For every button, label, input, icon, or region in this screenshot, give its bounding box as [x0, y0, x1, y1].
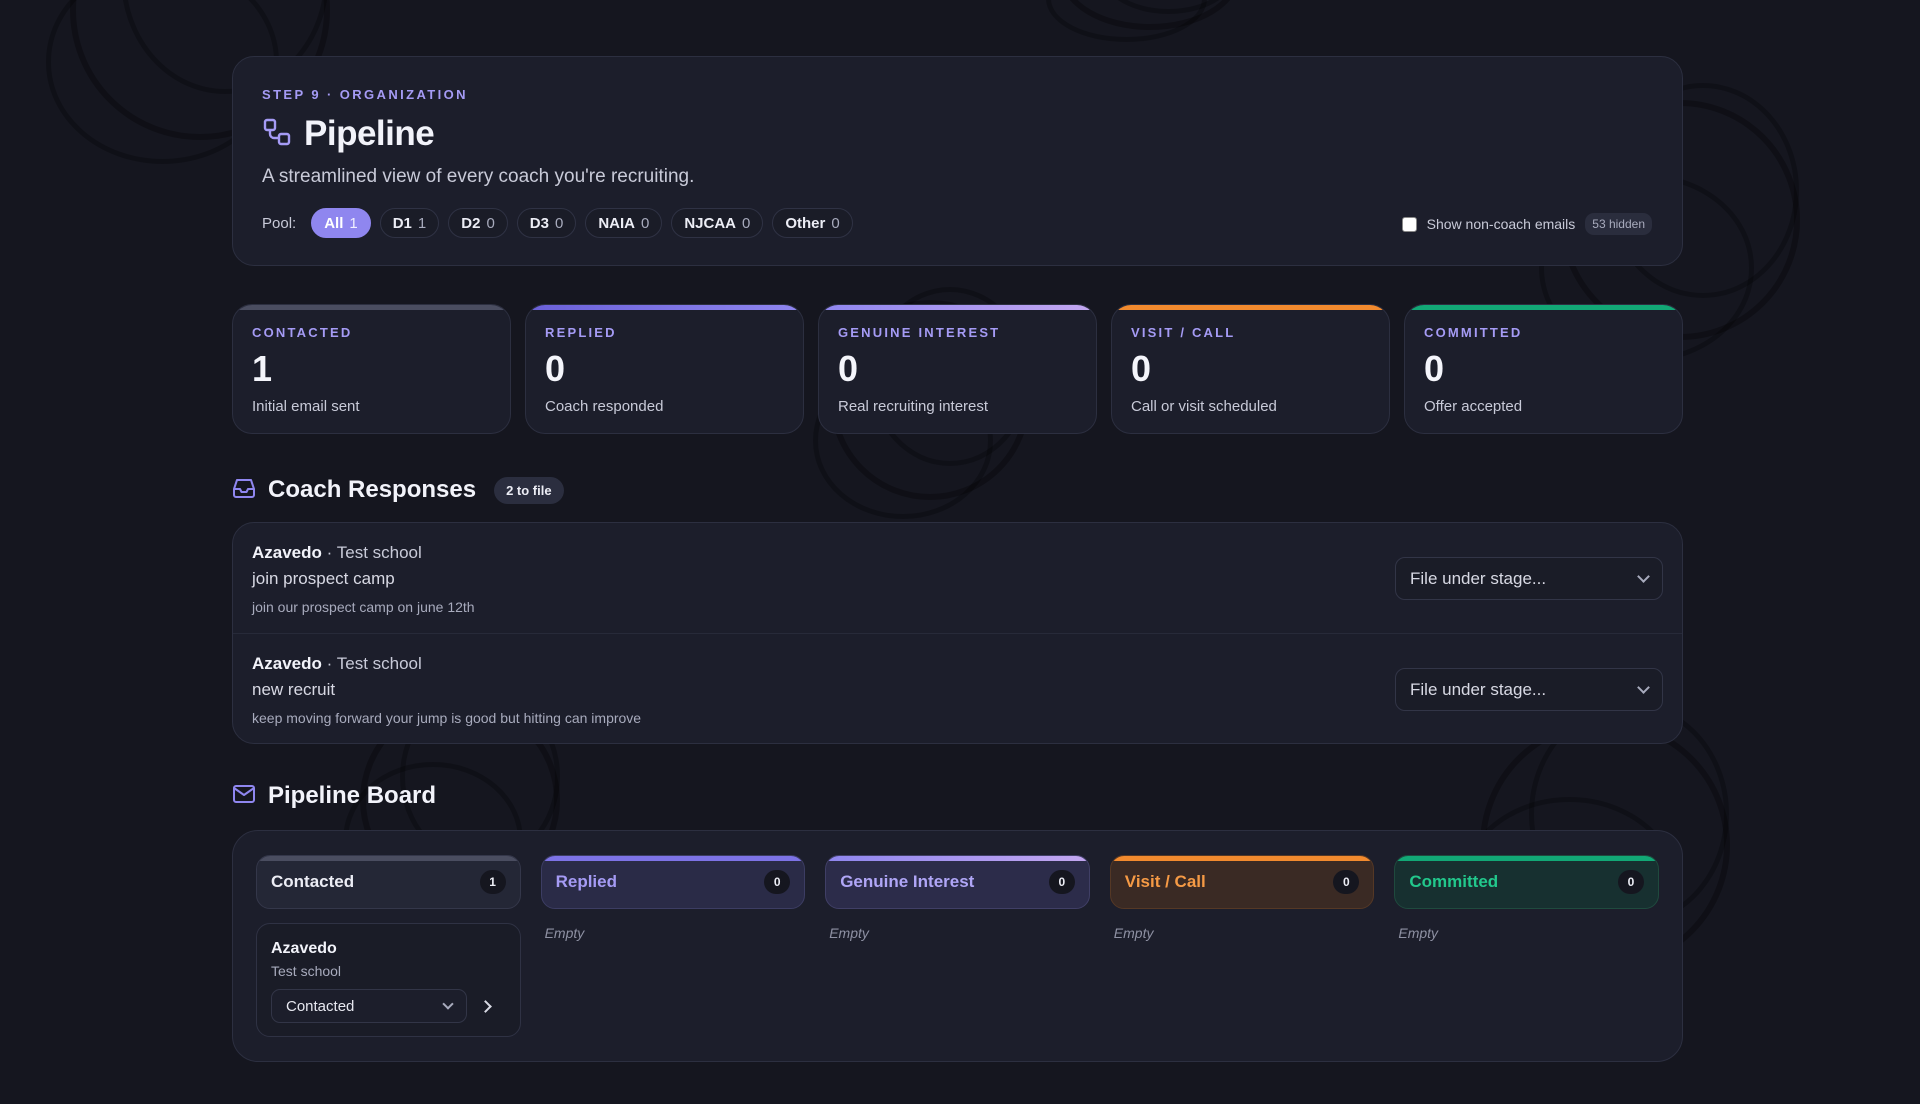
stat-card-replied: REPLIED 0 Coach responded	[525, 304, 804, 434]
response-item: Azavedo · Test school join prospect camp…	[233, 523, 1682, 633]
pool-chip-d3[interactable]: D3 0	[516, 208, 577, 238]
stat-card-genuine-interest: GENUINE INTEREST 0 Real recruiting inter…	[818, 304, 1097, 434]
column-header-genuine-interest: Genuine Interest 0	[825, 855, 1090, 909]
board-column-replied: Replied 0 Empty	[540, 855, 806, 1061]
column-header-replied: Replied 0	[540, 855, 806, 909]
column-count: 1	[479, 870, 506, 894]
stage-select[interactable]: Contacted	[271, 989, 467, 1023]
response-item: Azavedo · Test school new recruit keep m…	[233, 633, 1682, 743]
file-under-stage-select[interactable]: File under stage...	[1395, 668, 1663, 711]
stat-card-committed: COMMITTED 0 Offer accepted	[1404, 304, 1683, 434]
coach-name: Azavedo	[271, 940, 337, 957]
pool-chip-d2[interactable]: D2 0	[448, 208, 508, 238]
show-noncoach-label[interactable]: Show non-coach emails	[1427, 216, 1576, 232]
pipeline-header-card: STEP 9 · ORGANIZATION Pipeline A streaml…	[232, 56, 1683, 266]
show-noncoach-toggle: Show non-coach emails 53 hidden	[1401, 213, 1652, 235]
stat-card-visit-call: VISIT / CALL 0 Call or visit scheduled	[1111, 304, 1390, 434]
response-snippet: join our prospect camp on june 12th	[252, 599, 475, 615]
response-snippet: keep moving forward your jump is good bu…	[252, 710, 642, 726]
inbox-icon	[232, 477, 256, 504]
column-header-visit-call: Visit / Call 0	[1109, 855, 1375, 909]
column-count: 0	[764, 870, 791, 894]
chevron-down-icon	[1637, 680, 1650, 694]
pool-chip-other[interactable]: Other 0	[772, 208, 853, 238]
response-school: · Test school	[326, 543, 422, 562]
stat-card-contacted: CONTACTED 1 Initial email sent	[232, 304, 511, 434]
response-school: · Test school	[326, 654, 422, 673]
column-count: 0	[1333, 870, 1360, 894]
pool-chip-d1[interactable]: D1 1	[379, 208, 440, 238]
chevron-right-icon[interactable]	[479, 999, 492, 1013]
board-column-contacted: Contacted 1 Azavedo Test school Contacte…	[256, 855, 521, 1061]
pool-chip-all[interactable]: All 1	[311, 208, 371, 238]
column-count: 0	[1617, 870, 1644, 894]
chevron-down-icon	[1637, 569, 1650, 583]
stage-stats: CONTACTED 1 Initial email sent REPLIED 0…	[232, 304, 1683, 434]
empty-label: Empty	[1113, 925, 1154, 941]
board-column-visit-call: Visit / Call 0 Empty	[1109, 855, 1375, 1061]
pipeline-icon	[262, 117, 292, 152]
response-coach: Azavedo	[252, 654, 322, 673]
show-noncoach-checkbox[interactable]	[1401, 216, 1417, 232]
column-header-contacted: Contacted 1	[256, 855, 521, 909]
empty-label: Empty	[544, 925, 585, 941]
file-under-stage-select[interactable]: File under stage...	[1395, 557, 1663, 600]
board-column-committed: Committed 0 Empty	[1394, 855, 1659, 1061]
volleyball-decoration	[1045, 0, 1241, 42]
step-label: STEP 9 · ORGANIZATION	[262, 87, 468, 102]
coach-school: Test school	[271, 963, 342, 979]
coach-responses-list: Azavedo · Test school join prospect camp…	[232, 522, 1683, 744]
pipeline-board-header: Pipeline Board	[232, 782, 1683, 810]
chevron-down-icon	[442, 997, 454, 1010]
pool-label: Pool:	[262, 214, 297, 232]
coach-responses-title: Coach Responses	[268, 476, 477, 503]
board-column-genuine-interest: Genuine Interest 0 Empty	[825, 855, 1090, 1061]
page-subtitle: A streamlined view of every coach you're…	[262, 166, 695, 187]
coach-responses-header: Coach Responses 2 to file	[232, 476, 1683, 504]
column-header-committed: Committed 0	[1394, 855, 1659, 909]
pool-chip-njcaa[interactable]: NJCAA 0	[671, 208, 764, 238]
response-coach: Azavedo	[252, 543, 322, 562]
pool-chip-naia[interactable]: NAIA 0	[585, 208, 663, 238]
to-file-badge: 2 to file	[494, 476, 564, 504]
empty-label: Empty	[829, 925, 869, 941]
hidden-count-badge: 53 hidden	[1585, 213, 1652, 235]
pipeline-board: Contacted 1 Azavedo Test school Contacte…	[232, 830, 1683, 1062]
page-title: Pipeline	[304, 114, 435, 153]
empty-label: Empty	[1398, 925, 1439, 941]
coach-card[interactable]: Azavedo Test school Contacted	[256, 923, 521, 1037]
column-count: 0	[1048, 870, 1075, 894]
pipeline-board-title: Pipeline Board	[268, 782, 437, 809]
mail-icon	[232, 784, 256, 809]
